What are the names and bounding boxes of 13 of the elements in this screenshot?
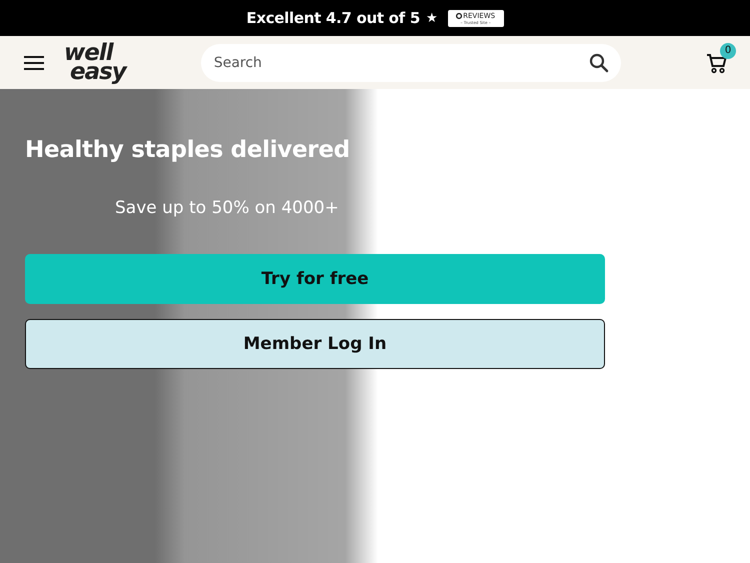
try-free-button[interactable]: Try for free bbox=[25, 254, 605, 304]
cart-icon[interactable] bbox=[706, 52, 728, 74]
badge-logo-icon bbox=[456, 12, 462, 18]
star-icon: ★ bbox=[426, 10, 438, 26]
hero-subtitle: Save up to 50% on 4000+ bbox=[115, 198, 340, 218]
logo[interactable]: well easy bbox=[64, 44, 126, 82]
search-field[interactable]: Search bbox=[200, 44, 621, 82]
cart-count-badge: 0 bbox=[720, 42, 736, 58]
menu-icon[interactable] bbox=[24, 54, 44, 70]
login-button[interactable]: Member Log In bbox=[25, 319, 605, 369]
hero-title: Healthy staples delivered bbox=[25, 137, 351, 163]
rating-text: Excellent 4.7 out of 5 bbox=[246, 9, 420, 27]
search-icon[interactable] bbox=[588, 52, 609, 72]
